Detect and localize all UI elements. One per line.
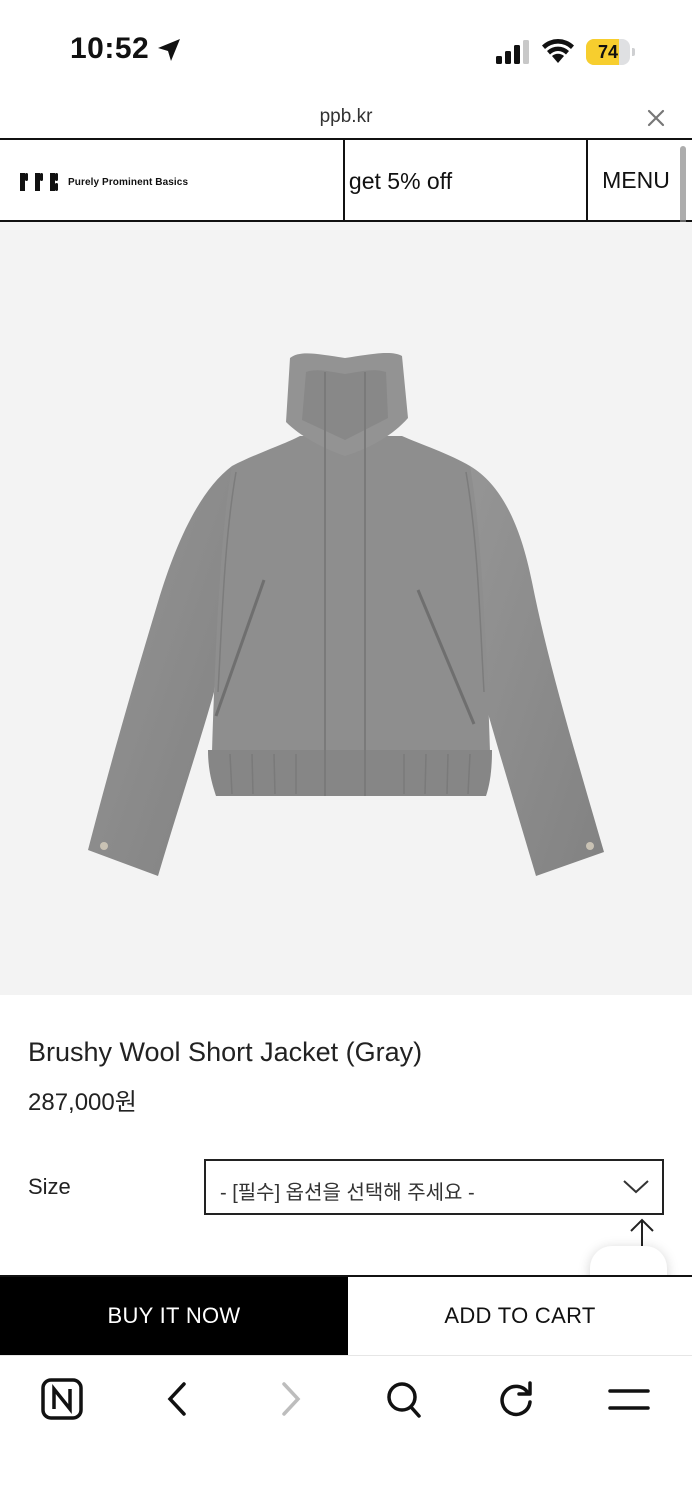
browser-toolbar	[0, 1355, 692, 1501]
forward-icon[interactable]	[264, 1376, 316, 1424]
size-label: Size	[28, 1174, 71, 1199]
product-price: 287,000원	[28, 1089, 137, 1116]
promo-marquee-text: Join now and get 5% off	[345, 168, 453, 194]
battery-nub	[632, 48, 635, 56]
back-icon[interactable]	[150, 1376, 202, 1424]
location-arrow-icon	[158, 39, 180, 61]
logo-text[interactable]: Purely Prominent Basics	[68, 177, 188, 188]
jacket-photo	[88, 352, 604, 876]
wifi-icon	[542, 39, 574, 63]
naver-icon[interactable]	[36, 1376, 88, 1424]
status-bar: 10:52 74	[0, 0, 692, 100]
menu-button[interactable]: MENU	[588, 140, 692, 220]
browser-url-bar[interactable]: ppb.kr	[0, 100, 692, 138]
add-to-cart-button[interactable]: ADD TO CART	[348, 1277, 692, 1355]
scroll-top-arrow-icon[interactable]	[628, 1217, 656, 1249]
battery-percent: 74	[597, 42, 619, 62]
close-icon[interactable]	[646, 108, 666, 128]
chevron-down-icon	[623, 1180, 649, 1194]
url-text[interactable]: ppb.kr	[0, 106, 692, 128]
promo-marquee[interactable]: Join now and get 5% off	[345, 140, 586, 220]
buy-now-button[interactable]: BUY IT NOW	[0, 1277, 348, 1355]
size-select-value: - [필수] 옵션을 선택해 주세요 -	[220, 1182, 475, 1204]
cellular-signal-icon	[496, 40, 529, 64]
purchase-bar: BUY IT NOW ADD TO CART	[0, 1275, 692, 1355]
search-icon[interactable]	[378, 1376, 430, 1424]
ppb-logo-icon[interactable]	[20, 170, 60, 194]
menu-icon[interactable]	[604, 1376, 656, 1424]
size-select[interactable]: - [필수] 옵션을 선택해 주세요 -	[204, 1159, 664, 1215]
refresh-icon[interactable]	[490, 1376, 542, 1424]
status-time: 10:52	[70, 32, 150, 65]
product-image[interactable]	[0, 222, 692, 995]
site-header: Purely Prominent Basics Join now and get…	[0, 138, 692, 222]
battery-indicator: 74	[586, 39, 636, 65]
product-title: Brushy Wool Short Jacket (Gray)	[28, 1037, 423, 1067]
